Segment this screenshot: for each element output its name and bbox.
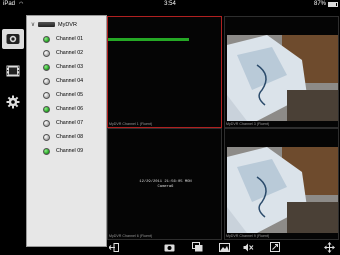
channel-label: Channel 07 [56, 120, 84, 126]
channel-label: Channel 02 [56, 50, 84, 56]
channel-label: Channel 09 [56, 148, 84, 154]
video-caption: MyDVR Channel 1 (Fluent) [109, 122, 153, 126]
camera-feed-image [227, 147, 338, 233]
exit-icon [109, 242, 119, 252]
dvr-device-icon [38, 22, 55, 27]
loading-progress-bar [108, 38, 189, 41]
video-caption: MyDVR Channel 3 (Fluent) [226, 122, 270, 126]
camera-icon [6, 34, 20, 44]
channel-item[interactable]: Channel 02 [43, 48, 105, 58]
video-grid: MyDVR Channel 1 (Fluent) MyDVR Channel 3… [107, 16, 340, 240]
channel-item[interactable]: Channel 09 [43, 146, 105, 156]
channel-label: Channel 01 [56, 36, 84, 42]
video-caption: MyDVR Channel 9 (Fluent) [226, 234, 270, 238]
device-row[interactable]: ∨ MyDVR [30, 19, 105, 30]
live-view-button[interactable] [2, 29, 24, 49]
camera-feed-image [227, 35, 338, 121]
record-icon [191, 242, 202, 252]
record-button[interactable] [190, 241, 204, 253]
film-icon [6, 65, 20, 77]
settings-button[interactable] [2, 92, 24, 112]
device-name: MyDVR [58, 21, 77, 28]
channel-label: Channel 05 [56, 92, 84, 98]
online-status-icon [43, 105, 50, 113]
osd-camera-name: Camera6 [157, 185, 174, 189]
channel-item[interactable]: Channel 03 [43, 62, 105, 72]
channel-label: Channel 03 [56, 64, 84, 70]
playback-button[interactable] [2, 61, 24, 81]
fullscreen-icon [270, 242, 280, 252]
control-bar [107, 240, 340, 255]
channel-item[interactable]: Channel 08 [43, 132, 105, 142]
offline-status-icon [43, 49, 50, 57]
online-status-icon [43, 63, 50, 71]
snapshot-icon [164, 244, 174, 251]
gear-icon [6, 95, 20, 109]
gallery-button[interactable] [217, 241, 231, 253]
ptz-button[interactable] [322, 241, 336, 253]
video-cell-3[interactable]: 12/29/2011 21:56:05 MON Camera6 MyDVR Ch… [107, 128, 222, 240]
ptz-icon [323, 241, 335, 253]
fullscreen-button[interactable] [268, 241, 282, 253]
channel-item[interactable]: Channel 05 [43, 90, 105, 100]
channel-label: Channel 08 [56, 134, 84, 140]
online-status-icon [43, 35, 50, 43]
device-list: ∨ MyDVR Channel 01 Channel 02 Channel 03 Ch… [26, 15, 107, 247]
channel-item[interactable]: Channel 07 [43, 118, 105, 128]
channel-item[interactable]: Channel 06 [43, 104, 105, 114]
video-osd: 12/29/2011 21:56:05 MON Camera6 [108, 180, 223, 190]
offline-status-icon [43, 91, 50, 99]
battery-percent: 87% [313, 1, 326, 7]
mute-button[interactable] [241, 241, 255, 253]
exit-button[interactable] [107, 241, 121, 253]
video-cell-1[interactable]: MyDVR Channel 1 (Fluent) [107, 16, 222, 128]
side-toolbar [0, 9, 26, 247]
video-cell-4[interactable]: MyDVR Channel 9 (Fluent) [224, 128, 339, 240]
battery-icon [328, 2, 338, 7]
channel-label: Channel 04 [56, 78, 84, 84]
video-cell-2[interactable]: MyDVR Channel 3 (Fluent) [224, 16, 339, 128]
offline-status-icon [43, 133, 50, 141]
video-caption: MyDVR Channel 6 (Fluent) [109, 234, 153, 238]
snapshot-button[interactable] [162, 241, 176, 253]
channel-label: Channel 06 [56, 106, 84, 112]
app-root: iPad ◠ 3:54 87% ∨ MyDVR Channel 01 Chann… [0, 0, 340, 255]
offline-status-icon [43, 77, 50, 85]
status-bar: iPad ◠ 3:54 87% [0, 0, 340, 9]
online-status-icon [43, 147, 50, 155]
gallery-icon [218, 242, 230, 252]
chevron-down-icon[interactable]: ∨ [30, 21, 36, 28]
channel-item[interactable]: Channel 01 [43, 34, 105, 44]
mute-icon [243, 243, 253, 251]
clock: 3:54 [164, 1, 176, 7]
offline-status-icon [43, 119, 50, 127]
channel-item[interactable]: Channel 04 [43, 76, 105, 86]
